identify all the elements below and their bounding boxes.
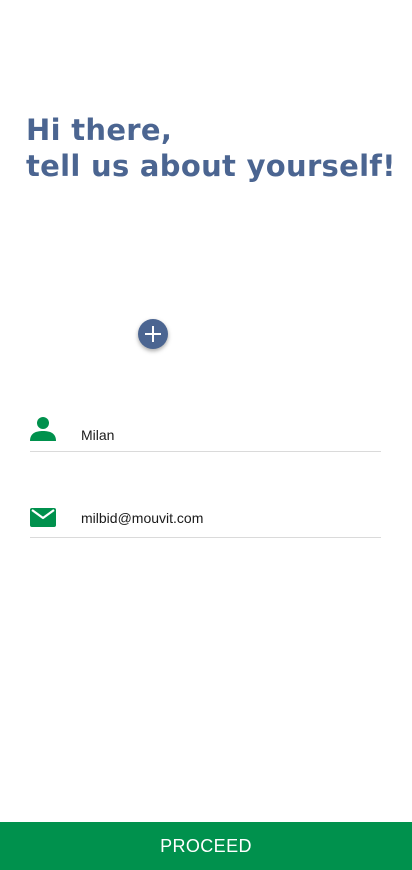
- greeting-line-2: tell us about yourself!: [26, 149, 396, 183]
- proceed-button[interactable]: PROCEED: [0, 822, 412, 870]
- envelope-icon: [30, 508, 56, 527]
- greeting-heading: Hi there, tell us about yourself!: [26, 112, 396, 184]
- name-field[interactable]: Milan: [30, 412, 381, 452]
- add-photo-button[interactable]: [138, 319, 168, 349]
- plus-icon: [145, 326, 161, 342]
- greeting-line-1: Hi there,: [26, 113, 173, 147]
- email-input[interactable]: milbid@mouvit.com: [81, 510, 203, 526]
- email-field[interactable]: milbid@mouvit.com: [30, 502, 381, 538]
- person-icon: [30, 417, 56, 441]
- name-input[interactable]: Milan: [81, 427, 114, 443]
